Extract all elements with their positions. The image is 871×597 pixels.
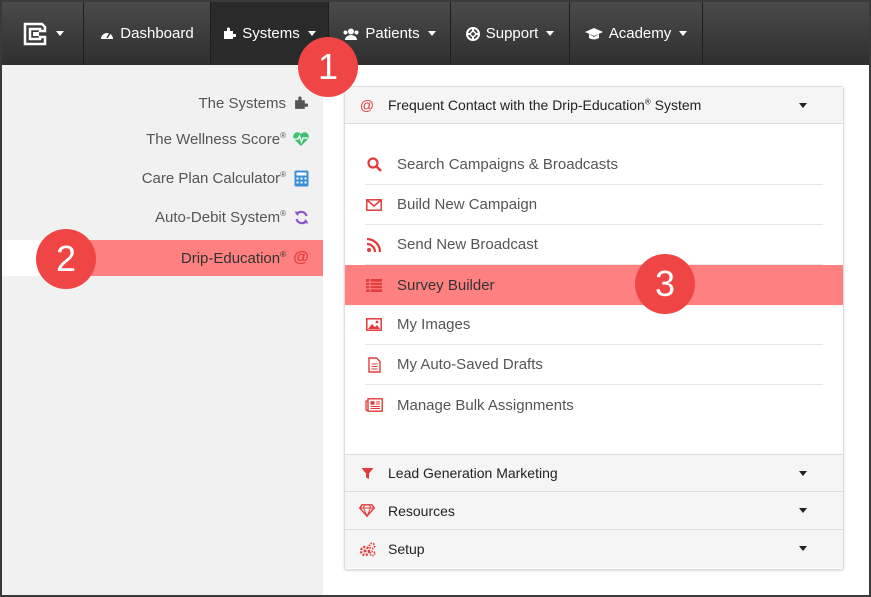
nav-academy-label: Academy	[608, 25, 672, 42]
registered-mark: ®	[280, 208, 286, 218]
menu-item-label: Manage Bulk Assignments	[397, 396, 574, 414]
funnel-icon	[358, 464, 376, 482]
graduation-cap-icon	[584, 27, 603, 40]
menu-item-label: Send New Broadcast	[397, 236, 538, 253]
accordion-header-setup[interactable]: Setup	[345, 530, 843, 568]
sidebar-item-the-systems[interactable]: The Systems	[2, 85, 323, 121]
list-icon	[365, 276, 383, 294]
accordion-header-drip-education[interactable]: @ Frequent Contact with the Drip-Educati…	[345, 87, 843, 124]
chevron-down-icon	[427, 31, 436, 36]
menu-item-manage-bulk-assignments[interactable]: Manage Bulk Assignments	[365, 385, 823, 425]
image-icon	[365, 316, 383, 334]
envelope-icon	[365, 196, 383, 214]
menu-item-my-images[interactable]: My Images	[365, 305, 823, 345]
heartbeat-icon	[292, 130, 310, 148]
chevron-down-icon	[307, 31, 316, 36]
refresh-icon	[292, 208, 310, 226]
chevron-down-icon	[679, 31, 688, 36]
chevron-down-icon	[55, 31, 64, 36]
dashboard-icon	[100, 28, 114, 40]
newspaper-icon	[365, 396, 383, 414]
calculator-icon	[292, 169, 310, 187]
menu-item-build-new-campaign[interactable]: Build New Campaign	[365, 185, 823, 225]
sidebar-item-label: Drip-Education	[180, 249, 281, 267]
accordion-header-label: Lead Generation Marketing	[388, 465, 558, 481]
sidebar-item-auto-debit-system[interactable]: Auto-Debit System®	[2, 199, 323, 235]
at-icon: @	[293, 249, 309, 266]
nav-systems-label: Systems	[242, 25, 300, 42]
accordion-panel: @ Frequent Contact with the Drip-Educati…	[344, 86, 844, 570]
chevron-down-icon	[799, 546, 807, 551]
accordion-header-suffix: System	[650, 97, 702, 113]
sidebar-item-label: The Systems	[198, 94, 286, 112]
lifebuoy-icon	[465, 26, 480, 41]
nav-dashboard-label: Dashboard	[120, 25, 194, 42]
diamond-icon	[358, 502, 376, 520]
accordion-header-label: Resources	[388, 502, 455, 519]
users-icon	[343, 28, 359, 40]
sidebar-item-label: Auto-Debit System	[155, 208, 281, 226]
nav-support[interactable]: Support	[451, 2, 570, 65]
sidebar-item-wellness-score[interactable]: The Wellness Score®	[2, 121, 323, 157]
callout-badge: 1	[298, 37, 358, 97]
registered-mark: ®	[280, 130, 286, 140]
sidebar-item-care-plan-calculator[interactable]: Care Plan Calculator®	[2, 160, 323, 196]
chevron-down-icon	[799, 103, 807, 108]
registered-mark: ®	[280, 249, 286, 259]
chevron-down-icon	[799, 508, 807, 513]
top-navbar: Dashboard Systems Patients Support Acade…	[2, 2, 869, 65]
accordion-header-lead-generation[interactable]: Lead Generation Marketing	[345, 454, 843, 492]
menu-item-label: My Auto-Saved Drafts	[397, 356, 543, 373]
menu-item-label: Search Campaigns & Broadcasts	[397, 156, 618, 173]
nav-patients-label: Patients	[365, 25, 420, 42]
sidebar-item-label: The Wellness Score	[146, 130, 281, 148]
puzzle-icon	[292, 94, 310, 112]
menu-item-label: Survey Builder	[397, 276, 495, 294]
chevron-down-icon	[546, 31, 555, 36]
accordion-header-label: Setup	[388, 541, 425, 557]
app-window: Dashboard Systems Patients Support Acade…	[0, 0, 871, 597]
main-content: @ Frequent Contact with the Drip-Educati…	[323, 65, 869, 595]
menu-item-send-new-broadcast[interactable]: Send New Broadcast	[365, 225, 823, 265]
gears-icon	[358, 540, 376, 558]
menu-item-survey-builder[interactable]: Survey Builder	[345, 265, 843, 305]
menu-item-label: Build New Campaign	[397, 196, 538, 213]
callout-badge: 2	[36, 229, 96, 289]
logo-icon	[22, 21, 48, 47]
nav-support-label: Support	[485, 25, 539, 42]
sidebar-item-label: Care Plan Calculator	[141, 169, 281, 187]
accordion-header-label: Frequent Contact with the Drip-Education	[388, 97, 645, 113]
sidebar: The Systems The Wellness Score® Care Pla…	[2, 65, 323, 595]
chevron-down-icon	[799, 471, 807, 476]
at-icon: @	[359, 97, 375, 113]
registered-mark: ®	[280, 169, 286, 179]
accordion-header-resources[interactable]: Resources	[345, 492, 843, 530]
puzzle-icon	[223, 27, 237, 40]
nav-dashboard[interactable]: Dashboard	[84, 2, 211, 65]
rss-icon	[365, 236, 383, 254]
nav-academy[interactable]: Academy	[570, 2, 703, 65]
menu-item-label: My Images	[397, 316, 471, 333]
logo-menu[interactable]	[2, 2, 84, 65]
callout-badge: 3	[635, 254, 695, 314]
search-icon	[365, 156, 383, 174]
menu-item-auto-saved-drafts[interactable]: My Auto-Saved Drafts	[365, 345, 823, 385]
file-icon	[365, 356, 383, 374]
menu-item-search-campaigns[interactable]: Search Campaigns & Broadcasts	[365, 145, 823, 185]
